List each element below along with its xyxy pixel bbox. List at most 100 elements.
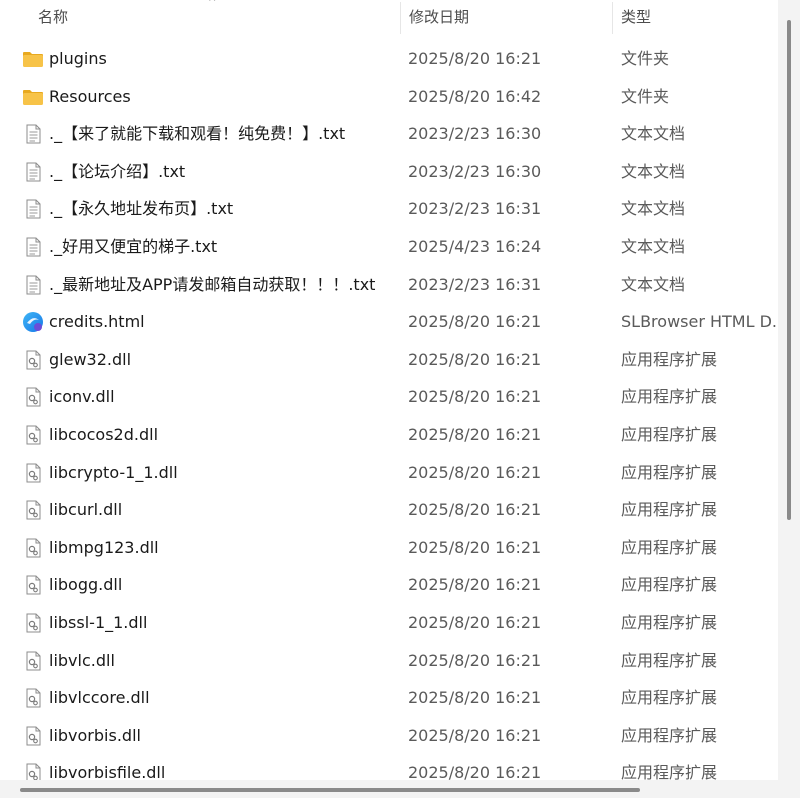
- file-row[interactable]: credits.html 2025/8/20 16:21 SLBrowser HTM…: [0, 303, 778, 341]
- dll-file-icon: [22, 651, 44, 671]
- file-name[interactable]: libogg.dll: [49, 566, 122, 604]
- file-row[interactable]: libvorbisfile.dll 2025/8/20 16:21 应用程序扩展: [0, 754, 778, 780]
- file-name[interactable]: ._好用又便宜的梯子.txt: [49, 228, 217, 266]
- file-name[interactable]: libvlccore.dll: [49, 679, 150, 717]
- dll-file-icon: [22, 387, 44, 407]
- file-name[interactable]: credits.html: [49, 303, 145, 341]
- file-row[interactable]: glew32.dll 2025/8/20 16:21 应用程序扩展: [0, 341, 778, 379]
- file-row[interactable]: Resources 2025/8/20 16:42 文件夹: [0, 78, 778, 116]
- file-list: plugins 2025/8/20 16:21 文件夹 Resources 2025/8…: [0, 40, 778, 780]
- dll-file-icon: [22, 575, 44, 595]
- file-row[interactable]: ._【论坛介绍】.txt 2023/2/23 16:30 文本文档: [0, 153, 778, 191]
- column-divider[interactable]: [400, 2, 401, 34]
- dll-file-icon: [22, 350, 44, 370]
- file-type: 文本文档: [621, 199, 686, 219]
- column-header-date[interactable]: 修改日期: [409, 0, 469, 34]
- file-row[interactable]: iconv.dll 2025/8/20 16:21 应用程序扩展: [0, 378, 778, 416]
- dll-file-icon: [22, 425, 44, 445]
- file-name[interactable]: libcurl.dll: [49, 491, 122, 529]
- file-modified-date: 2025/8/20 16:21: [408, 462, 542, 482]
- file-type: 文本文档: [621, 237, 686, 256]
- file-type: 应用程序扩展: [621, 500, 718, 520]
- file-name[interactable]: glew32.dll: [49, 341, 131, 379]
- file-modified-date: 2023/2/23 16:30: [408, 161, 542, 181]
- file-name[interactable]: ._最新地址及APP请发邮箱自动获取！！！.txt: [49, 266, 375, 304]
- file-modified-date: 2025/8/20 16:21: [408, 49, 542, 68]
- file-modified-date: 2025/8/20 16:21: [408, 575, 542, 595]
- dll-file-icon: [22, 500, 44, 520]
- file-name[interactable]: plugins: [49, 40, 107, 78]
- file-row[interactable]: plugins 2025/8/20 16:21 文件夹: [0, 40, 778, 78]
- vertical-scrollbar-thumb[interactable]: [787, 20, 791, 520]
- file-type: SLBrowser HTML D...: [621, 312, 778, 332]
- file-row[interactable]: libcrypto-1_1.dll 2025/8/20 16:21 应用程序扩展: [0, 454, 778, 492]
- file-type: 应用程序扩展: [621, 537, 718, 557]
- file-name[interactable]: libssl-1_1.dll: [49, 604, 147, 642]
- file-type: 应用程序扩展: [621, 425, 718, 444]
- file-modified-date: 2025/8/20 16:21: [408, 763, 542, 780]
- column-divider[interactable]: [612, 2, 613, 34]
- file-modified-date: 2025/8/20 16:21: [408, 650, 542, 670]
- dll-file-icon: [22, 688, 44, 708]
- file-type: 应用程序扩展: [621, 613, 718, 632]
- file-row[interactable]: libssl-1_1.dll 2025/8/20 16:21 应用程序扩展: [0, 604, 778, 642]
- text-file-icon: [22, 275, 44, 295]
- text-file-icon: [22, 237, 44, 257]
- file-type: 应用程序扩展: [621, 462, 718, 482]
- file-modified-date: 2025/8/20 16:21: [408, 500, 542, 520]
- file-modified-date: 2023/2/23 16:31: [408, 274, 542, 294]
- file-modified-date: 2025/8/20 16:21: [408, 312, 542, 332]
- file-row[interactable]: libcocos2d.dll 2025/8/20 16:21 应用程序扩展: [0, 416, 778, 454]
- file-type: 应用程序扩展: [621, 688, 718, 708]
- file-modified-date: 2025/8/20 16:21: [408, 688, 542, 708]
- column-header-type[interactable]: 类型: [621, 0, 651, 34]
- text-file-icon: [22, 162, 44, 182]
- file-modified-date: 2025/4/23 16:24: [408, 237, 542, 256]
- horizontal-scrollbar-thumb[interactable]: [20, 788, 640, 792]
- file-type: 应用程序扩展: [621, 725, 718, 745]
- file-row[interactable]: ._好用又便宜的梯子.txt 2025/4/23 16:24 文本文档: [0, 228, 778, 266]
- file-name[interactable]: libvorbisfile.dll: [49, 754, 165, 780]
- file-row[interactable]: libvorbis.dll 2025/8/20 16:21 应用程序扩展: [0, 717, 778, 755]
- file-type: 文本文档: [621, 274, 686, 294]
- file-name[interactable]: Resources: [49, 78, 131, 116]
- folder-icon: [22, 87, 44, 107]
- file-name[interactable]: iconv.dll: [49, 378, 115, 416]
- file-type: 应用程序扩展: [621, 763, 718, 780]
- horizontal-scrollbar[interactable]: [0, 780, 800, 798]
- file-type: 文件夹: [621, 86, 670, 106]
- text-file-icon: [22, 124, 44, 144]
- file-name[interactable]: libmpg123.dll: [49, 529, 159, 567]
- vertical-scrollbar[interactable]: [778, 0, 800, 780]
- file-modified-date: 2025/8/20 16:21: [408, 425, 542, 444]
- column-header-name[interactable]: 名称: [38, 0, 68, 34]
- file-type: 文本文档: [621, 124, 686, 144]
- file-name[interactable]: libcrypto-1_1.dll: [49, 454, 178, 492]
- file-row[interactable]: libvlccore.dll 2025/8/20 16:21 应用程序扩展: [0, 679, 778, 717]
- file-row[interactable]: libvlc.dll 2025/8/20 16:21 应用程序扩展: [0, 642, 778, 680]
- file-row[interactable]: ._【来了就能下载和观看！纯免费！】.txt 2023/2/23 16:30 文本文…: [0, 115, 778, 153]
- file-name[interactable]: ._【来了就能下载和观看！纯免费！】.txt: [49, 115, 345, 153]
- dll-file-icon: [22, 463, 44, 483]
- file-row[interactable]: libcurl.dll 2025/8/20 16:21 应用程序扩展: [0, 491, 778, 529]
- folder-icon: [22, 49, 44, 69]
- file-row[interactable]: libogg.dll 2025/8/20 16:21 应用程序扩展: [0, 566, 778, 604]
- file-name[interactable]: libvorbis.dll: [49, 717, 141, 755]
- text-file-icon: [22, 199, 44, 219]
- sort-ascending-icon: ^: [208, 0, 217, 8]
- file-name[interactable]: ._【论坛介绍】.txt: [49, 153, 185, 191]
- file-name[interactable]: libcocos2d.dll: [49, 416, 158, 454]
- file-name[interactable]: ._【永久地址发布页】.txt: [49, 190, 233, 228]
- dll-file-icon: [22, 726, 44, 746]
- file-row[interactable]: ._【永久地址发布页】.txt 2023/2/23 16:31 文本文档: [0, 190, 778, 228]
- file-modified-date: 2025/8/20 16:21: [408, 537, 542, 557]
- file-type: 应用程序扩展: [621, 575, 718, 595]
- file-row[interactable]: ._最新地址及APP请发邮箱自动获取！！！.txt 2023/2/23 16:31…: [0, 266, 778, 304]
- file-modified-date: 2023/2/23 16:31: [408, 199, 542, 219]
- file-modified-date: 2025/8/20 16:42: [408, 86, 542, 106]
- file-modified-date: 2025/8/20 16:21: [408, 387, 542, 407]
- dll-file-icon: [22, 763, 44, 780]
- file-row[interactable]: libmpg123.dll 2025/8/20 16:21 应用程序扩展: [0, 529, 778, 567]
- dll-file-icon: [22, 613, 44, 633]
- file-name[interactable]: libvlc.dll: [49, 642, 115, 680]
